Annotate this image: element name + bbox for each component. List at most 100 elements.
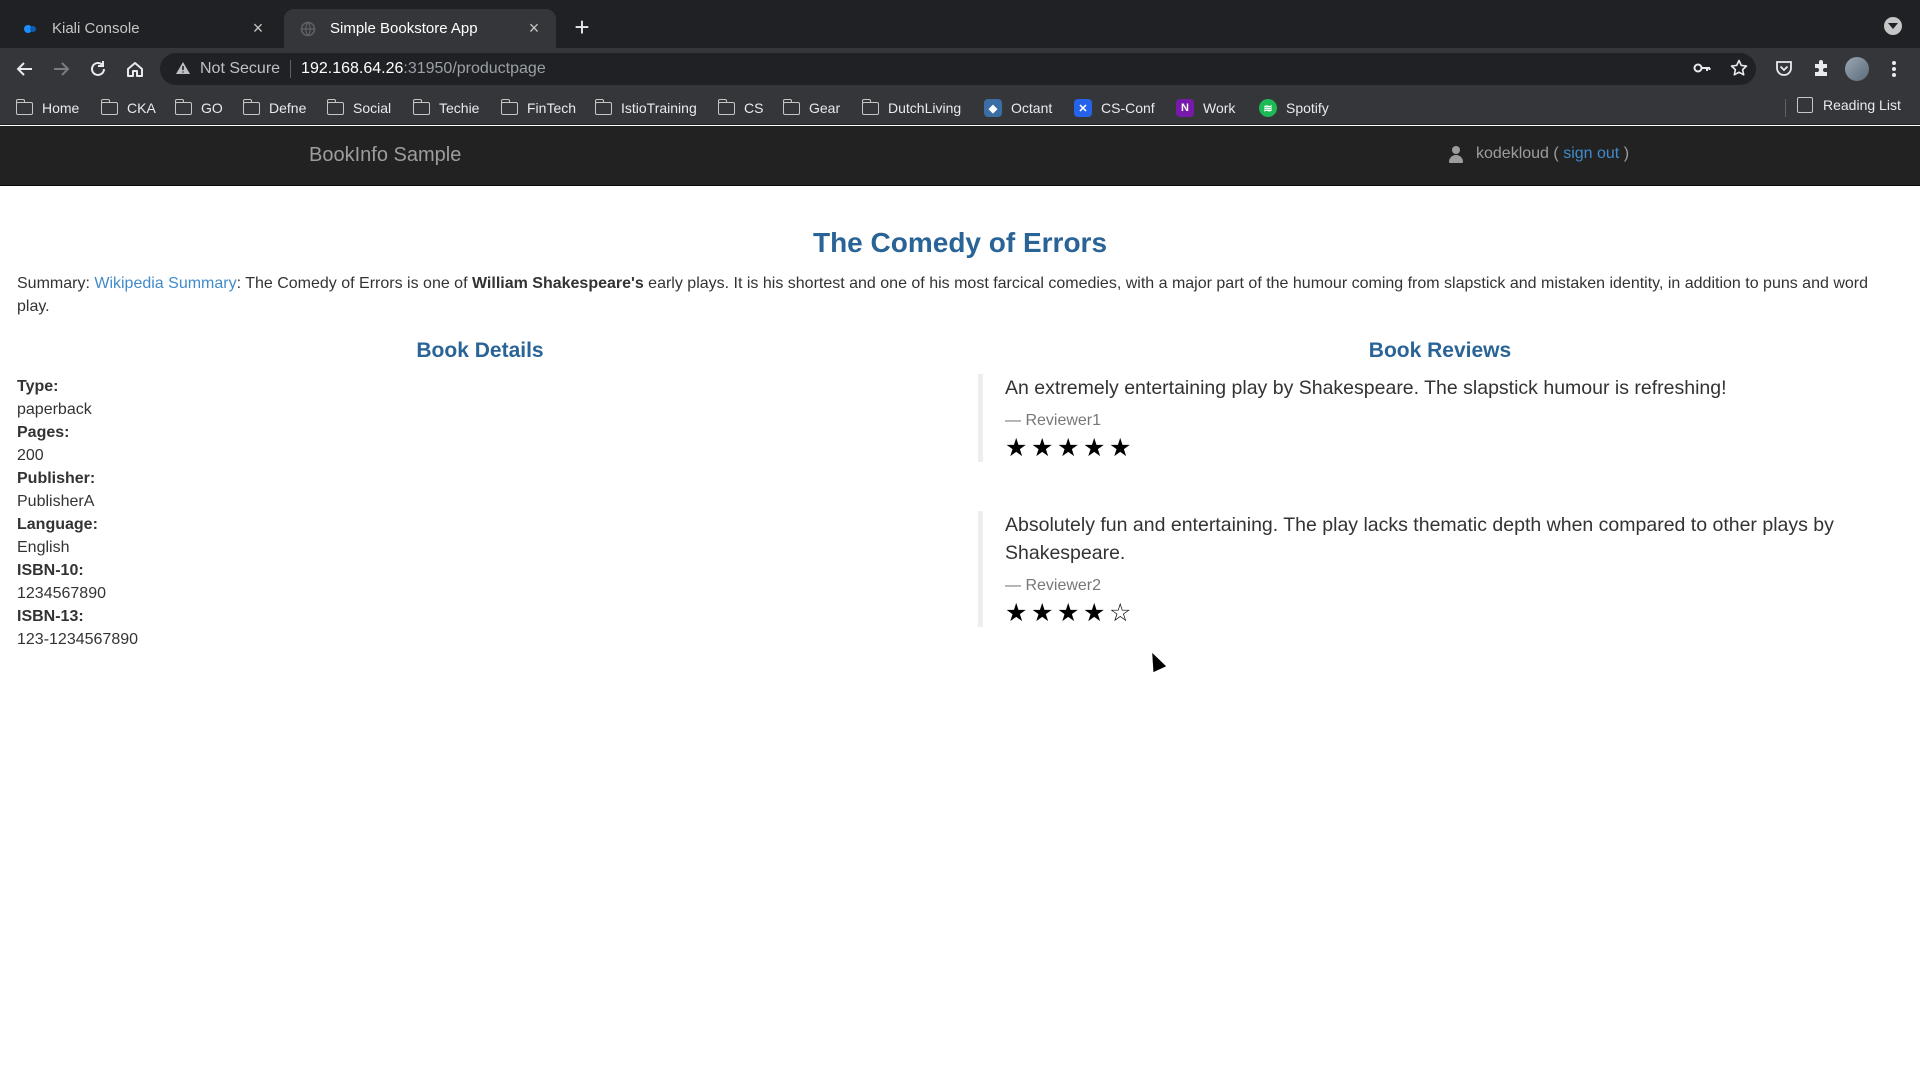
bookmark-defne[interactable]: Defne xyxy=(242,97,307,119)
warning-triangle-icon xyxy=(174,60,192,78)
back-arrow-icon[interactable] xyxy=(12,56,38,82)
detail-value-isbn10: 1234567890 xyxy=(17,585,106,602)
bookmark-cs[interactable]: CS xyxy=(717,97,764,119)
forward-arrow-icon[interactable] xyxy=(48,56,74,82)
home-icon[interactable] xyxy=(122,56,148,82)
reading-list-label: Reading List xyxy=(1823,97,1901,113)
bookmark-label: CS-Conf xyxy=(1101,100,1155,116)
not-secure-label[interactable]: Not Secure xyxy=(200,60,280,78)
new-tab-button[interactable]: + xyxy=(570,14,594,42)
book-reviews-heading: Book Reviews xyxy=(1368,339,1512,362)
detail-label-type: Type: xyxy=(17,378,59,395)
tab-close-icon[interactable]: × xyxy=(248,18,268,39)
bookmark-dutchliving[interactable]: DutchLiving xyxy=(861,97,961,119)
bookmark-home[interactable]: Home xyxy=(15,97,80,119)
review-text: Absolutely fun and entertaining. The pla… xyxy=(1005,514,1834,564)
pocket-icon[interactable] xyxy=(1773,58,1795,80)
star-filled-icon: ★ xyxy=(1005,599,1028,627)
tab-title: Kiali Console xyxy=(52,20,140,37)
bookmark-octant[interactable]: ◆ Octant xyxy=(984,97,1052,119)
tab-search-chevron-icon[interactable] xyxy=(1884,17,1902,35)
book-summary: Summary: Wikipedia Summary: The Comedy o… xyxy=(17,272,1903,318)
summary-author: William Shakespeare's xyxy=(471,275,644,292)
bookmark-fintech[interactable]: FinTech xyxy=(500,97,576,119)
bookmark-star-icon[interactable] xyxy=(1728,58,1750,80)
sign-out-link[interactable]: sign out xyxy=(1563,145,1619,163)
review-2: Absolutely fun and entertaining. The pla… xyxy=(978,511,1885,627)
detail-value-language: English xyxy=(17,539,70,556)
folder-icon xyxy=(500,98,518,115)
detail-label-isbn13: ISBN-13: xyxy=(17,608,84,625)
bookmark-social[interactable]: Social xyxy=(326,97,392,119)
folder-icon xyxy=(594,98,612,115)
url-path: :31950/productpage xyxy=(403,60,546,77)
star-rating: ★ ★ ★ ★ ☆ xyxy=(1005,599,1885,627)
onenote-icon: N xyxy=(1176,99,1194,117)
reload-icon[interactable] xyxy=(85,56,111,82)
tab-simple-bookstore-app[interactable]: Simple Bookstore App × xyxy=(284,9,556,48)
reading-list-icon xyxy=(1797,97,1813,113)
bookmark-work[interactable]: N Work xyxy=(1176,97,1235,119)
more-menu-icon[interactable] xyxy=(1887,56,1901,82)
detail-label-pages: Pages: xyxy=(17,424,70,441)
detail-label-publisher: Publisher: xyxy=(17,470,96,487)
username: kodekloud xyxy=(1476,145,1549,162)
address-bar[interactable]: Not Secure 192.168.64.26:31950/productpa… xyxy=(160,53,1756,85)
profile-avatar[interactable] xyxy=(1845,57,1869,81)
key-icon[interactable] xyxy=(1691,58,1713,80)
bookmark-cs-conf[interactable]: ✕ CS-Conf xyxy=(1074,97,1155,119)
folder-icon xyxy=(242,98,260,115)
book-title: The Comedy of Errors xyxy=(812,227,1108,258)
bookmark-go[interactable]: GO xyxy=(174,97,223,119)
paren-open: ( xyxy=(1553,145,1559,162)
tab-title: Simple Bookstore App xyxy=(330,20,478,37)
bookmark-label: Social xyxy=(353,100,392,116)
star-filled-icon: ★ xyxy=(1057,434,1080,462)
folder-icon xyxy=(326,98,344,115)
bookmark-spotify[interactable]: ≋ Spotify xyxy=(1259,97,1329,119)
star-filled-icon: ★ xyxy=(1031,434,1054,462)
user-info: kodekloud ( sign out ) xyxy=(1448,145,1629,163)
star-filled-icon: ★ xyxy=(1109,434,1132,462)
review-1: An extremely entertaining play by Shakes… xyxy=(978,374,1885,462)
bookmark-label: Work xyxy=(1203,100,1236,116)
detail-label-isbn10: ISBN-10: xyxy=(17,562,84,579)
bookmark-label: Defne xyxy=(269,100,307,116)
globe-icon xyxy=(300,21,316,37)
folder-icon xyxy=(174,98,192,115)
omnibox-separator xyxy=(290,60,292,78)
star-filled-icon: ★ xyxy=(1005,434,1028,462)
star-rating: ★ ★ ★ ★ ★ xyxy=(1005,434,1885,462)
detail-value-pages: 200 xyxy=(17,447,44,464)
navbar-brand[interactable]: BookInfo Sample xyxy=(309,144,461,167)
reading-list-button[interactable]: Reading List xyxy=(1797,97,1901,113)
extensions-puzzle-icon[interactable] xyxy=(1810,58,1832,80)
user-icon xyxy=(1448,145,1464,163)
star-empty-icon: ☆ xyxy=(1109,599,1132,627)
detail-value-isbn13: 123-1234567890 xyxy=(17,631,139,648)
bookmark-label: IstioTraining xyxy=(621,100,697,116)
summary-text-a: : The Comedy of Errors is one of xyxy=(236,275,472,292)
tab-kiali-console[interactable]: Kiali Console × xyxy=(6,9,280,48)
bookmark-techie[interactable]: Techie xyxy=(412,97,479,119)
detail-label-language: Language: xyxy=(17,516,98,533)
tab-close-icon[interactable]: × xyxy=(524,18,544,39)
folder-icon xyxy=(861,98,879,115)
folder-icon xyxy=(100,98,118,115)
bookmark-label: CS xyxy=(744,100,764,116)
bookmark-label: Gear xyxy=(809,100,841,116)
review-text: An extremely entertaining play by Shakes… xyxy=(1005,377,1727,399)
summary-prefix: Summary: xyxy=(17,275,95,292)
bookmark-label: Spotify xyxy=(1286,100,1329,116)
cs-conf-icon: ✕ xyxy=(1074,99,1092,117)
bookmark-label: Octant xyxy=(1011,100,1053,116)
wikipedia-summary-link[interactable]: Wikipedia Summary xyxy=(94,275,236,292)
bookmark-istiotraining[interactable]: IstioTraining xyxy=(594,97,697,119)
kiali-icon xyxy=(22,21,38,37)
folder-icon xyxy=(717,98,735,115)
spotify-icon: ≋ xyxy=(1259,99,1277,117)
bookmark-gear[interactable]: Gear xyxy=(782,97,841,119)
bookmark-label: Home xyxy=(42,100,80,116)
bookmark-cka[interactable]: CKA xyxy=(100,97,156,119)
folder-icon xyxy=(15,98,33,115)
